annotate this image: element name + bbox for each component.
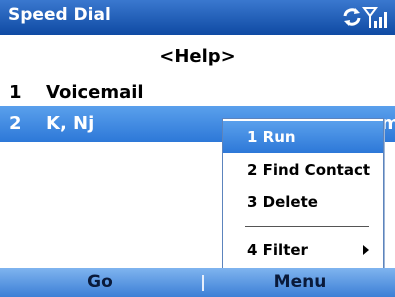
menu-item-label: 1 Run [247, 128, 296, 146]
title-bar: Speed Dial [0, 0, 395, 35]
softkey-divider [202, 275, 204, 291]
menu-item-label: 3 Delete [247, 193, 318, 211]
menu-item-delete[interactable]: 3 Delete [223, 186, 383, 218]
app-title: Speed Dial [8, 5, 111, 25]
submenu-arrow-icon [363, 245, 369, 255]
menu-item-filter[interactable]: 4 Filter [223, 234, 383, 266]
menu-item-label: 2 Find Contact [247, 161, 371, 179]
menu-softkey[interactable]: Menu [205, 268, 395, 297]
menu-separator [245, 226, 369, 227]
go-softkey[interactable]: Go [0, 268, 200, 297]
help-item[interactable]: <Help> [0, 39, 395, 75]
menu-item-find-contact[interactable]: 2 Find Contact [223, 154, 383, 186]
status-icons [341, 4, 389, 30]
context-menu: 1 Run 2 Find Contact 3 Delete 4 Filter [222, 118, 384, 270]
entry-number: 2 [9, 113, 22, 134]
signal-strength-icon [362, 7, 387, 28]
menu-item-run[interactable]: 1 Run [223, 121, 383, 153]
softkey-bar: Go Menu [0, 268, 395, 297]
entry-label: K, Nj [46, 113, 95, 134]
connectivity-icons [343, 7, 387, 28]
connection-sync-icon [343, 8, 361, 26]
menu-item-label: 4 Filter [247, 241, 308, 259]
